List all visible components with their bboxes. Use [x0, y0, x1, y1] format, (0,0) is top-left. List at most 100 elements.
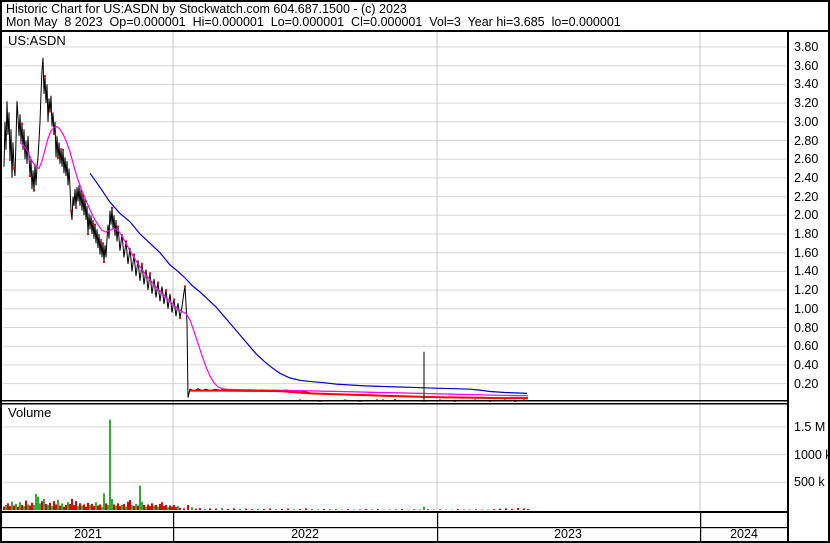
close-dot	[70, 209, 72, 212]
volume-bar	[221, 508, 223, 510]
stockwatch-historic-chart: Historic Chart for US:ASDN by Stockwatch…	[0, 0, 830, 543]
volume-bar	[199, 508, 201, 510]
volume-bar	[31, 502, 33, 510]
volume-bar	[123, 503, 125, 510]
volume-bar	[157, 506, 159, 510]
volume-bar	[287, 508, 289, 510]
close-dot	[33, 189, 35, 192]
price-tick-label: 0.20	[794, 376, 819, 391]
close-dot	[165, 289, 167, 292]
volume-tick-label: 1.5 M	[794, 419, 826, 434]
volume-bar	[195, 508, 197, 510]
volume-bar	[371, 509, 373, 510]
volume-bar	[395, 509, 397, 510]
volume-bar	[329, 509, 331, 510]
volume-bar	[147, 504, 149, 510]
volume-bar	[413, 509, 415, 510]
volume-tick-label: 500 k	[794, 475, 825, 490]
volume-bar	[171, 506, 173, 510]
volume-bar	[89, 505, 91, 510]
price-tick-label: 1.60	[794, 245, 819, 260]
price-tick-label: 1.80	[794, 227, 819, 241]
volume-bar	[475, 509, 477, 510]
volume-bar	[523, 508, 525, 510]
volume-bar	[204, 508, 206, 510]
volume-bar	[27, 504, 29, 510]
chart-canvas	[0, 0, 830, 543]
volume-bar	[153, 505, 155, 510]
volume-bar	[299, 509, 301, 510]
volume-bar	[119, 506, 121, 510]
volume-bar	[341, 509, 343, 510]
volume-bar	[137, 505, 139, 510]
volume-bar	[377, 509, 379, 510]
volume-bar	[57, 500, 59, 510]
volume-bar	[103, 493, 105, 510]
price-tick-label: 1.20	[794, 283, 819, 298]
volume-bar	[281, 508, 283, 510]
volume-bar	[227, 508, 229, 510]
volume-bar	[245, 508, 247, 510]
price-series-path	[3, 57, 528, 400]
volume-bar	[29, 505, 31, 510]
volume-bar	[151, 503, 153, 510]
volume-bar	[155, 505, 157, 510]
volume-bar	[3, 506, 5, 510]
volume-bar	[11, 501, 13, 510]
price-tick-label: 2.00	[794, 208, 819, 223]
volume-bar	[93, 506, 95, 510]
volume-bar	[165, 505, 167, 510]
year-label: 2021	[74, 527, 102, 541]
close-dot	[133, 253, 135, 256]
volume-bar	[51, 506, 53, 510]
volume-bar	[175, 507, 177, 510]
volume-bar	[161, 502, 163, 510]
volume-bar	[335, 509, 337, 510]
close-dot	[29, 175, 31, 178]
volume-bar	[439, 509, 441, 510]
volume-bar	[87, 502, 89, 510]
volume-bar	[121, 505, 123, 510]
price-tick-label: 1.00	[794, 301, 819, 316]
volume-bar	[317, 509, 319, 510]
volume-bar	[167, 507, 169, 510]
volume-bar	[143, 505, 145, 510]
volume-bar	[163, 506, 165, 510]
volume-bar	[45, 503, 47, 510]
price-panel-bottom-border	[2, 400, 788, 402]
volume-bar	[59, 505, 61, 510]
volume-bar	[9, 506, 11, 510]
price-tick-label: 0.40	[794, 357, 819, 372]
volume-bar	[101, 506, 103, 510]
price-tick-label: 0.80	[794, 320, 819, 335]
close-dot	[179, 317, 181, 320]
volume-bar	[233, 508, 235, 510]
volume-bar	[191, 507, 193, 510]
volume-bar	[7, 503, 9, 510]
year-label: 2022	[291, 527, 319, 541]
volume-bar	[91, 503, 93, 510]
volume-bar	[401, 509, 403, 510]
volume-panel-top-border	[2, 403, 788, 405]
volume-bar	[17, 506, 19, 510]
volume-bar	[159, 503, 161, 510]
volume-bar	[131, 505, 133, 510]
volume-bar	[61, 503, 63, 510]
volume-bar	[251, 509, 253, 510]
volume-bar	[85, 506, 87, 510]
volume-bar	[81, 505, 83, 510]
volume-bar	[139, 485, 141, 510]
volume-bar	[469, 509, 471, 510]
year-label: 2023	[554, 527, 582, 541]
volume-label: Volume	[8, 405, 52, 420]
volume-bar	[25, 500, 27, 510]
volume-bar	[107, 505, 109, 510]
volume-bar	[311, 509, 313, 510]
close-dot	[57, 156, 59, 159]
year-label: 2024	[730, 527, 758, 541]
volume-bar	[73, 505, 75, 510]
volume-bar	[457, 509, 459, 510]
volume-bar	[423, 506, 425, 510]
price-tick-label: 2.40	[794, 170, 819, 185]
volume-bar	[13, 505, 15, 510]
